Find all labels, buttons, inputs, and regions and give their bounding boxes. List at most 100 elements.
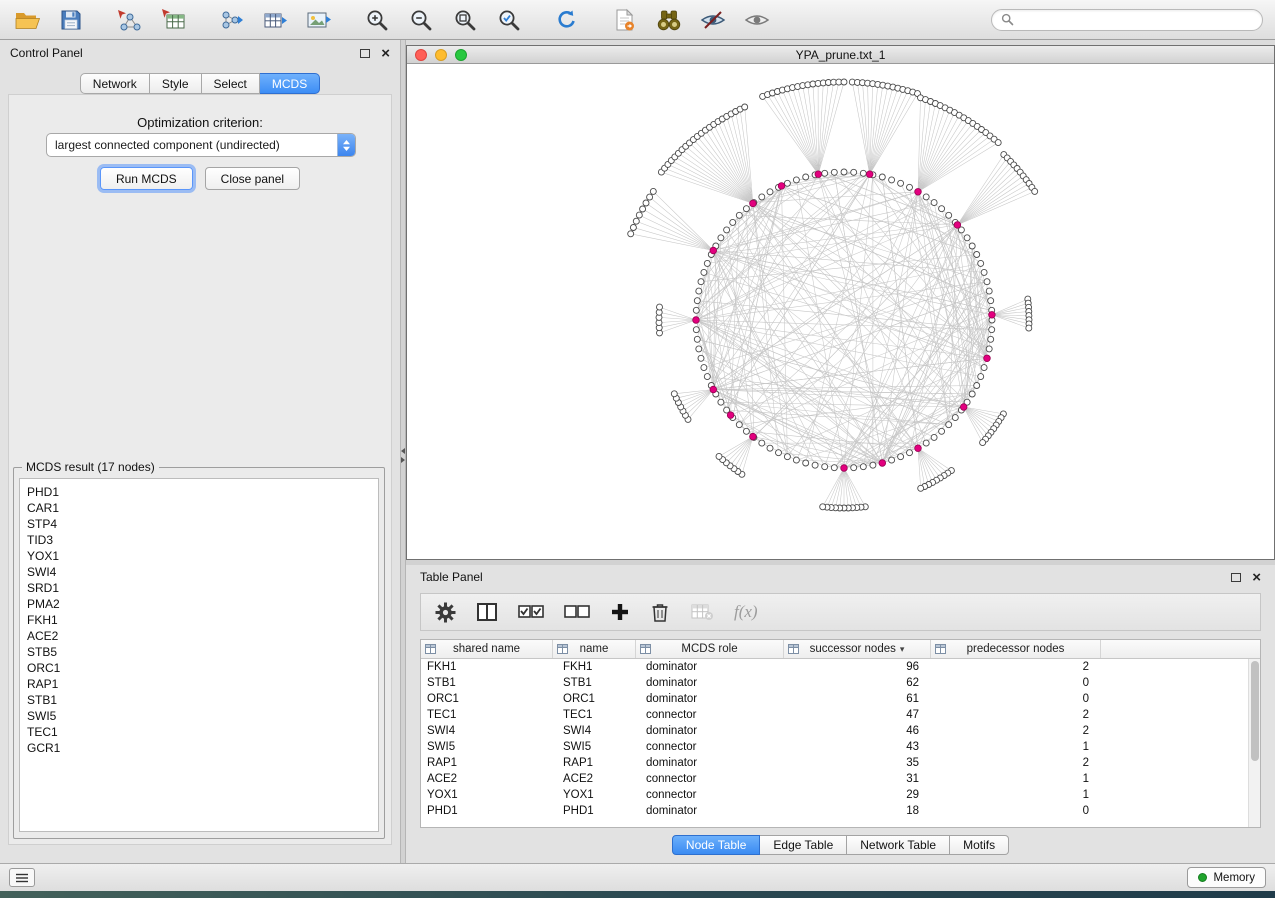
- export-network-button[interactable]: [216, 5, 246, 35]
- table-row[interactable]: RAP1RAP1dominator352: [421, 755, 1248, 771]
- table-row[interactable]: ACE2ACE2connector311: [421, 771, 1248, 787]
- table-scrollbar[interactable]: [1248, 659, 1260, 827]
- column-header-shared-name[interactable]: shared name: [421, 640, 553, 658]
- float-panel-icon[interactable]: [360, 49, 370, 58]
- share-document-button[interactable]: [610, 5, 640, 35]
- import-network-button[interactable]: [114, 5, 144, 35]
- result-node[interactable]: GCR1: [27, 740, 378, 756]
- zoom-in-icon: [365, 8, 389, 32]
- binoculars-icon: [656, 9, 682, 31]
- tab-motifs[interactable]: Motifs: [950, 835, 1009, 855]
- result-node[interactable]: RAP1: [27, 676, 378, 692]
- table-cell: ACE2: [553, 773, 636, 785]
- tab-node-table[interactable]: Node Table: [672, 835, 761, 855]
- table-settings-button[interactable]: [435, 598, 456, 626]
- search-field[interactable]: [991, 9, 1263, 31]
- table-cell: dominator: [636, 677, 784, 689]
- result-node[interactable]: SWI5: [27, 708, 378, 724]
- result-node[interactable]: ORC1: [27, 660, 378, 676]
- result-node[interactable]: SRD1: [27, 580, 378, 596]
- refresh-icon: [555, 8, 579, 32]
- table-cell: connector: [636, 709, 784, 721]
- delete-table-button: [690, 598, 714, 626]
- import-table-button[interactable]: [158, 5, 188, 35]
- result-node[interactable]: FKH1: [27, 612, 378, 628]
- table-scrollbar-thumb[interactable]: [1251, 661, 1259, 761]
- zoom-fit-button[interactable]: [450, 5, 480, 35]
- zoom-selected-button[interactable]: [494, 5, 524, 35]
- search-input[interactable]: [1019, 13, 1253, 27]
- table-cell: RAP1: [421, 757, 553, 769]
- result-node[interactable]: STB1: [27, 692, 378, 708]
- column-header-MCDS-role[interactable]: MCDS role: [636, 640, 784, 658]
- table-row[interactable]: ORC1ORC1dominator610: [421, 691, 1248, 707]
- memory-button[interactable]: Memory: [1187, 867, 1266, 888]
- tab-style[interactable]: Style: [150, 73, 202, 94]
- close-panel-icon[interactable]: ×: [381, 46, 390, 61]
- add-column-button[interactable]: [610, 598, 630, 626]
- result-node[interactable]: SWI4: [27, 564, 378, 580]
- export-image-button[interactable]: [304, 5, 334, 35]
- run-mcds-button[interactable]: Run MCDS: [100, 167, 193, 190]
- zoom-out-icon: [409, 8, 433, 32]
- close-table-panel-icon[interactable]: ×: [1252, 570, 1261, 585]
- zoom-in-button[interactable]: [362, 5, 392, 35]
- task-history-button[interactable]: [9, 868, 35, 887]
- table-cell: TEC1: [553, 709, 636, 721]
- table-row[interactable]: YOX1YOX1connector291: [421, 787, 1248, 803]
- show-elements-button[interactable]: [742, 5, 772, 35]
- result-node[interactable]: CAR1: [27, 500, 378, 516]
- network-view-window: YPA_prune.txt_1: [406, 45, 1275, 560]
- tab-mcds[interactable]: MCDS: [260, 73, 320, 94]
- column-header-successor-nodes[interactable]: successor nodes▾: [784, 640, 931, 658]
- hide-elements-button[interactable]: [698, 5, 728, 35]
- column-header-predecessor-nodes[interactable]: predecessor nodes: [931, 640, 1101, 658]
- tab-select[interactable]: Select: [202, 73, 260, 94]
- criterion-dropdown[interactable]: largest connected component (undirected): [46, 133, 356, 157]
- result-node[interactable]: STB5: [27, 644, 378, 660]
- table-row[interactable]: SWI5SWI5connector431: [421, 739, 1248, 755]
- select-all-button[interactable]: [518, 598, 544, 626]
- open-file-button[interactable]: [12, 5, 42, 35]
- table-row[interactable]: FKH1FKH1dominator962: [421, 659, 1248, 675]
- float-table-panel-icon[interactable]: [1231, 573, 1241, 582]
- tab-network[interactable]: Network: [80, 73, 150, 94]
- result-node[interactable]: STP4: [27, 516, 378, 532]
- result-node[interactable]: ACE2: [27, 628, 378, 644]
- result-node[interactable]: TID3: [27, 532, 378, 548]
- window-minimize-button[interactable]: [435, 49, 447, 61]
- export-table-button[interactable]: [260, 5, 290, 35]
- close-mcds-panel-button[interactable]: Close panel: [205, 167, 300, 190]
- tab-network-table[interactable]: Network Table: [847, 835, 950, 855]
- delete-column-button[interactable]: [650, 598, 670, 626]
- result-node[interactable]: PHD1: [27, 484, 378, 500]
- show-columns-button[interactable]: [476, 598, 498, 626]
- memory-status-icon: [1198, 873, 1207, 882]
- save-session-button[interactable]: [56, 5, 86, 35]
- deselect-all-button[interactable]: [564, 598, 590, 626]
- result-node[interactable]: TEC1: [27, 724, 378, 740]
- table-row[interactable]: PHD1PHD1dominator180: [421, 803, 1248, 819]
- node-table-header: shared namenameMCDS rolesuccessor nodes▾…: [421, 640, 1260, 659]
- table-cell: STB1: [553, 677, 636, 689]
- find-button[interactable]: [654, 5, 684, 35]
- table-panel-tabs: Node TableEdge TableNetwork TableMotifs: [406, 835, 1275, 855]
- window-zoom-button[interactable]: [455, 49, 467, 61]
- refresh-view-button[interactable]: [552, 5, 582, 35]
- column-header-name[interactable]: name: [553, 640, 636, 658]
- result-node[interactable]: PMA2: [27, 596, 378, 612]
- trash-icon: [650, 601, 670, 623]
- result-node[interactable]: YOX1: [27, 548, 378, 564]
- import-table-icon: [161, 8, 186, 32]
- network-canvas[interactable]: [407, 64, 1274, 559]
- table-row[interactable]: TEC1TEC1connector472: [421, 707, 1248, 723]
- control-panel: Control Panel × NetworkStyleSelectMCDS O…: [0, 40, 400, 863]
- table-row[interactable]: SWI4SWI4dominator462: [421, 723, 1248, 739]
- table-row[interactable]: STB1STB1dominator620: [421, 675, 1248, 691]
- network-window-titlebar[interactable]: YPA_prune.txt_1: [407, 46, 1274, 64]
- tab-edge-table[interactable]: Edge Table: [760, 835, 847, 855]
- window-close-button[interactable]: [415, 49, 427, 61]
- zoom-out-button[interactable]: [406, 5, 436, 35]
- table-cell: 2: [931, 725, 1101, 737]
- splitter-handle-icon[interactable]: [401, 448, 405, 463]
